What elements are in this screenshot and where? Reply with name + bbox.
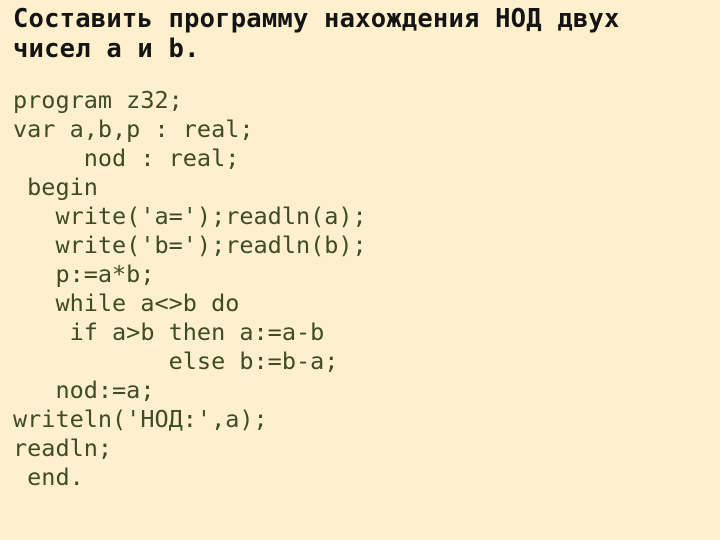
code-line: nod : real; [13,144,240,172]
code-line: nod:=a; [13,376,155,404]
code-line: program z32; [13,86,183,114]
code-line: readln; [13,434,113,462]
task-statement: Составить программу нахождения НОД двух … [13,4,713,64]
code-line: write('b=');readln(b); [13,231,367,259]
pascal-code-listing: program z32; var a,b,p : real; nod : rea… [13,86,713,492]
code-line: var a,b,p : real; [13,115,254,143]
slide-canvas: Составить программу нахождения НОД двух … [0,0,720,540]
code-line: writeln('НОД:',a); [13,405,268,433]
task-line: Составить программу нахождения НОД двух [13,4,620,34]
code-line: while a<>b do [13,289,240,317]
code-line: p:=a*b; [13,260,155,288]
code-line: end. [13,463,84,491]
code-line: begin [13,173,98,201]
code-line: else b:=b-a; [13,347,339,375]
task-line: чисел a и b. [13,34,200,64]
code-line: write('a=');readln(a); [13,202,367,230]
code-line: if a>b then a:=a-b [13,318,325,346]
